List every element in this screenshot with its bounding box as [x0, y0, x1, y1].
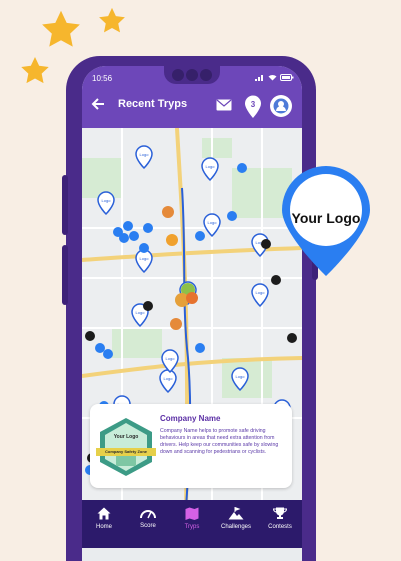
notification-pin[interactable]: 3 [244, 95, 262, 119]
mail-icon[interactable] [216, 99, 232, 111]
tab-label: Challenges [220, 524, 252, 530]
badge-banner-text: Company Safety Zone [104, 449, 147, 454]
safety-zone-badge-icon [96, 418, 156, 476]
trophy-icon [273, 507, 287, 519]
map-pin[interactable]: Logo [135, 249, 153, 274]
map-pin-label: Logo [140, 256, 150, 261]
map-pin[interactable]: Logo [161, 349, 179, 374]
app-header: Recent Tryps 3 [82, 90, 302, 128]
tab-label: Score [140, 523, 156, 529]
gauge-icon [140, 510, 156, 519]
company-info-card[interactable]: Your Logo Company Safety Zone Company Na… [90, 404, 292, 488]
tab-score[interactable]: Score [126, 500, 170, 548]
tab-label: Home [95, 524, 112, 530]
status-time: 10:56 [92, 74, 113, 83]
tab-label: Contests [268, 524, 292, 530]
map-pin-label: Logo [206, 164, 216, 169]
tab-challenges[interactable]: Challenges [214, 500, 258, 548]
wifi-icon [268, 74, 277, 81]
map-pin-label: Logo [136, 310, 146, 315]
bottom-tab-bar: Home Score Tryps Challenges Contests [82, 500, 302, 548]
star-icon [21, 57, 49, 84]
phone-side-button [62, 245, 68, 305]
map-pin-label: Logo [166, 356, 176, 361]
safety-zone-badge: Your Logo Company Safety Zone [96, 416, 156, 478]
camera-notch [164, 66, 220, 84]
tab-contests[interactable]: Contests [258, 500, 302, 548]
status-icons [255, 74, 294, 81]
tab-tryps[interactable]: Tryps [170, 500, 214, 548]
map-pin-label: Logo [164, 376, 174, 381]
star-icon [42, 10, 80, 47]
map-pin[interactable]: Logo [201, 157, 219, 182]
user-avatar-icon [273, 98, 289, 114]
status-bar: 10:56 [82, 66, 302, 90]
company-name: Company Name [160, 414, 221, 423]
home-icon [97, 507, 111, 520]
tab-label: Tryps [184, 524, 200, 530]
map-pin[interactable]: Logo [251, 283, 269, 308]
phone-side-button [62, 175, 68, 235]
mountain-flag-icon [228, 507, 244, 520]
star-icon [99, 7, 125, 33]
logo-location-bubble: Your Logo [280, 166, 372, 278]
logo-bubble-text: Your Logo [291, 210, 361, 226]
map-icon [185, 507, 199, 520]
map-pin[interactable]: Logo [159, 369, 177, 394]
map-pin-label: Logo [236, 374, 246, 379]
company-description: Company Name helps to promote safe drivi… [160, 428, 279, 455]
badge-logo-text: Your Logo [113, 434, 139, 440]
map-pin-label: Logo [140, 152, 150, 157]
map-pin[interactable]: Logo [203, 213, 221, 238]
map-pin-label: Logo [256, 290, 266, 295]
tab-home[interactable]: Home [82, 500, 126, 548]
map-pin-label: Logo [102, 198, 112, 203]
notification-count: 3 [250, 100, 256, 109]
map-pin[interactable]: Logo [97, 191, 115, 216]
page-title: Recent Tryps [118, 98, 188, 110]
avatar[interactable] [270, 95, 292, 117]
arrow-left-icon[interactable] [90, 96, 106, 112]
map-pin-label: Logo [208, 220, 218, 225]
battery-icon [280, 74, 294, 81]
map-pin[interactable]: Logo [135, 145, 153, 170]
signal-icon [255, 75, 263, 81]
